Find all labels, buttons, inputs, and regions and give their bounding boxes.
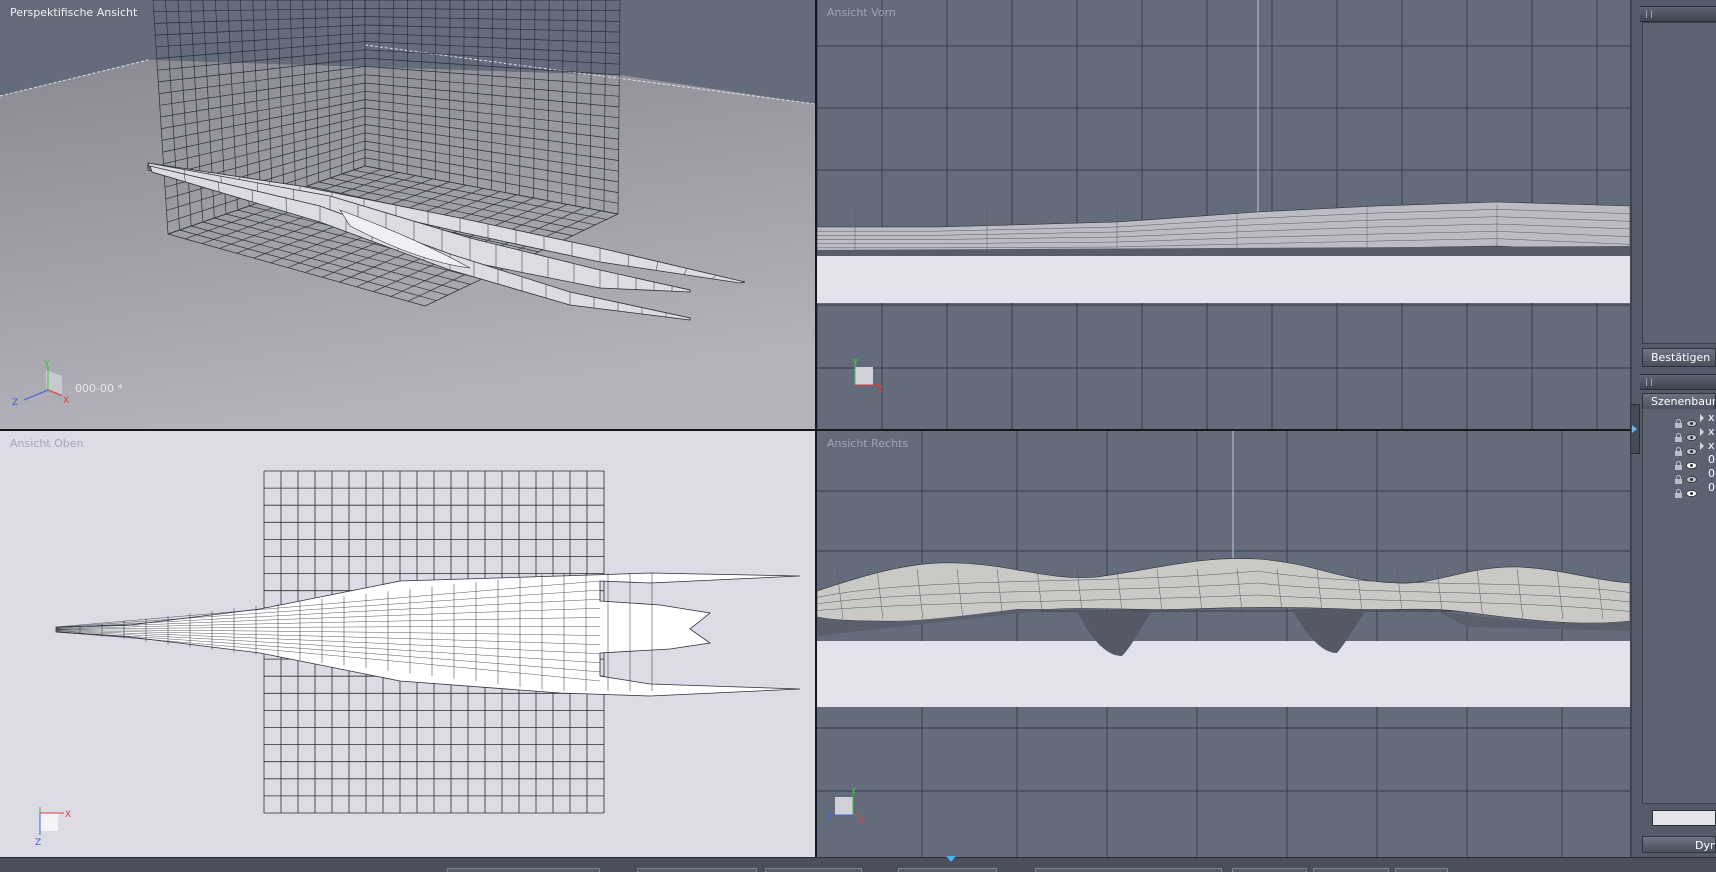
eye-icon[interactable] bbox=[1686, 469, 1695, 478]
viewport-label-perspective: Perspektifische Ansicht bbox=[10, 6, 137, 19]
timeline-segment[interactable] bbox=[898, 868, 997, 872]
dynamics-button[interactable]: Dyn bbox=[1642, 836, 1716, 853]
timeline-playhead-icon[interactable] bbox=[946, 856, 956, 862]
perspective-scene bbox=[0, 0, 815, 429]
scene-tree-label: x bbox=[1708, 425, 1715, 439]
scene-tree-label: x bbox=[1708, 411, 1715, 425]
axis-x-label: X bbox=[63, 396, 69, 406]
viewport-label-right: Ansicht Rechts bbox=[827, 437, 908, 450]
viewport-top[interactable]: Ansicht Oben X Z bbox=[0, 431, 815, 857]
confirm-button[interactable]: Bestätigen bbox=[1642, 348, 1716, 367]
axis-y-label: Y bbox=[850, 787, 857, 797]
properties-panel bbox=[1642, 22, 1716, 344]
scene-tree-row[interactable]: x bbox=[1640, 439, 1716, 453]
axis-x-label: X bbox=[858, 816, 864, 826]
expand-arrow-icon[interactable] bbox=[1700, 414, 1704, 422]
axis-gizmo-top: X Z bbox=[28, 801, 78, 855]
viewport-divider-horizontal[interactable] bbox=[0, 429, 1630, 431]
grip-icon bbox=[1646, 10, 1652, 18]
top-scene bbox=[0, 431, 815, 857]
axis-gizmo-perspective: Y X Z bbox=[10, 358, 70, 412]
viewport-front[interactable]: Ansicht Vorn Y X bbox=[817, 0, 1630, 429]
axis-x-label: X bbox=[877, 385, 883, 395]
scene-tree-label: 0 bbox=[1708, 453, 1715, 467]
axis-y-label: Y bbox=[43, 360, 50, 370]
scene-tree-row[interactable]: 0 bbox=[1640, 453, 1716, 467]
axis-x-label: X bbox=[65, 810, 71, 820]
timeline-segment[interactable] bbox=[1035, 868, 1222, 872]
axis-gizmo-right: Y Z X bbox=[825, 783, 875, 837]
scene-tree-row[interactable]: 0 bbox=[1640, 467, 1716, 481]
axis-gizmo-front: Y X bbox=[849, 356, 889, 400]
axis-y-label: Y bbox=[852, 358, 859, 368]
eye-icon[interactable] bbox=[1686, 413, 1695, 422]
viewport-right[interactable]: Ansicht Rechts Y Z X bbox=[817, 431, 1630, 857]
scene-tree-row[interactable]: x bbox=[1640, 411, 1716, 425]
viewport-perspective[interactable]: Perspektifische Ansicht Y X Z 000-00 * bbox=[0, 0, 815, 429]
eye-icon[interactable] bbox=[1686, 427, 1695, 436]
eye-icon[interactable] bbox=[1686, 483, 1695, 492]
axis-z-label: Z bbox=[12, 398, 18, 408]
timeline-segment[interactable] bbox=[1313, 868, 1389, 872]
scene-tree-row[interactable]: 0 bbox=[1640, 481, 1716, 495]
panel-collapse-handle[interactable] bbox=[1630, 404, 1640, 454]
lock-icon[interactable] bbox=[1674, 413, 1683, 422]
grip-icon bbox=[1646, 378, 1652, 386]
scene-search-input[interactable] bbox=[1652, 810, 1716, 826]
lock-icon[interactable] bbox=[1674, 455, 1683, 464]
axis-z-label: Z bbox=[35, 838, 41, 848]
lock-icon[interactable] bbox=[1674, 427, 1683, 436]
expand-arrow-icon[interactable] bbox=[1700, 442, 1704, 450]
timeline-segment[interactable] bbox=[447, 868, 600, 872]
timeline-segment[interactable] bbox=[637, 868, 757, 872]
lock-icon[interactable] bbox=[1674, 469, 1683, 478]
scene-tree-label: 0 bbox=[1708, 481, 1715, 495]
panel-header-scene[interactable] bbox=[1640, 374, 1716, 390]
frame-counter: 000-00 * bbox=[75, 382, 123, 395]
scene-tree-label: 0 bbox=[1708, 467, 1715, 481]
viewport-label-top: Ansicht Oben bbox=[10, 437, 84, 450]
lock-icon[interactable] bbox=[1674, 483, 1683, 492]
tab-scene-tree[interactable]: Szenenbaum bbox=[1642, 393, 1716, 409]
eye-icon[interactable] bbox=[1686, 455, 1695, 464]
lock-icon[interactable] bbox=[1674, 441, 1683, 450]
axis-z-label: Z bbox=[827, 812, 833, 822]
panel-header-top[interactable] bbox=[1640, 6, 1716, 22]
viewport-label-front: Ansicht Vorn bbox=[827, 6, 896, 19]
expand-arrow-icon[interactable] bbox=[1700, 428, 1704, 436]
front-scene bbox=[817, 0, 1630, 429]
arrow-right-icon bbox=[1632, 425, 1637, 433]
eye-icon[interactable] bbox=[1686, 441, 1695, 450]
scene-tree-label: x bbox=[1708, 439, 1715, 453]
scene-tree-row[interactable]: x bbox=[1640, 425, 1716, 439]
timeline-segment[interactable] bbox=[1232, 868, 1307, 872]
timeline-segment[interactable] bbox=[1395, 868, 1448, 872]
timeline-segment[interactable] bbox=[765, 868, 862, 872]
right-scene bbox=[817, 431, 1630, 857]
